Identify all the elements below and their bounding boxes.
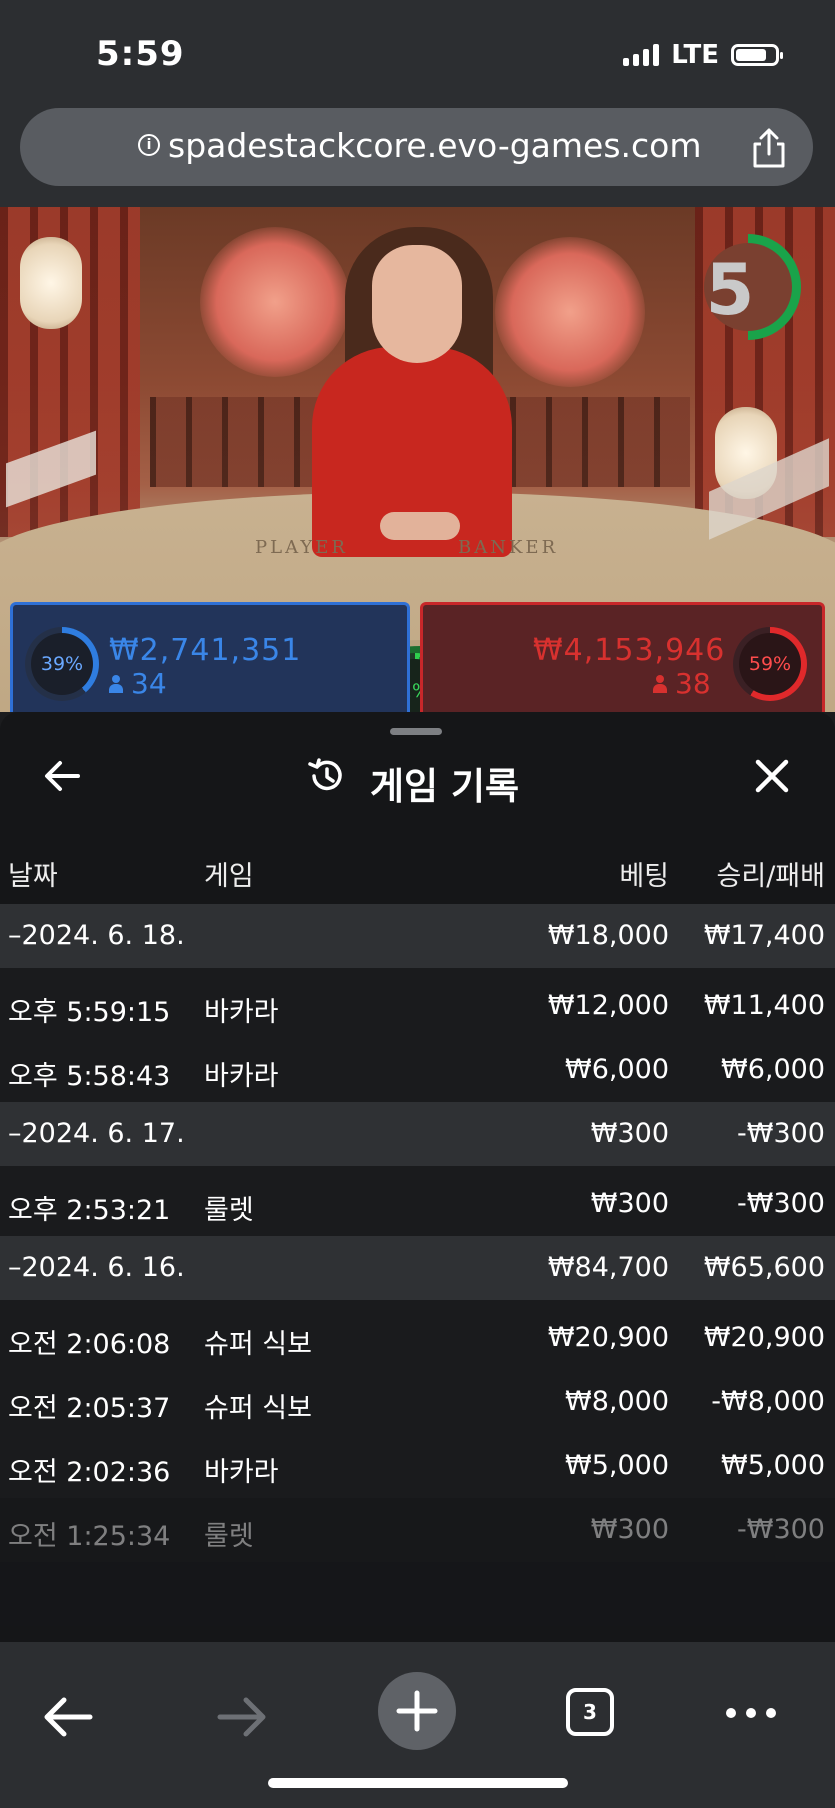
date-group-row[interactable]: –2024. 6. 18. ₩18,000 ₩17,400 [0, 904, 835, 968]
history-row[interactable]: 오후 2:53:21 룰렛 ₩300 -₩300 [0, 1172, 835, 1236]
entry-game: 슈퍼 식보 [204, 1393, 312, 1424]
group-win-loss: ₩17,400 [703, 920, 825, 951]
entry-bet: ₩5,000 [565, 1450, 669, 1481]
entry-game: 바카라 [204, 1457, 279, 1488]
entry-game: 룰렛 [204, 1521, 254, 1552]
column-header-win-loss: 승리/패배 [716, 861, 825, 892]
url-text[interactable]: spadestackcore.evo-games.com [168, 126, 702, 165]
entry-time: 오전 2:02:36 [8, 1457, 171, 1488]
player-percent: 39% [31, 633, 93, 695]
banker-count-value: 38 [675, 667, 711, 700]
group-bet: ₩84,700 [547, 1252, 669, 1283]
history-row[interactable]: 오전 2:06:08 슈퍼 식보 ₩20,900 ₩20,900 [0, 1306, 835, 1370]
history-icon [308, 758, 342, 791]
column-header-date: 날짜 [8, 861, 58, 892]
entry-win-loss: ₩6,000 [721, 1054, 825, 1085]
entry-game: 룰렛 [204, 1195, 254, 1226]
player-count: 34 [109, 667, 167, 700]
person-icon [109, 675, 123, 693]
entry-bet: ₩6,000 [565, 1054, 669, 1085]
banker-percent: 59% [739, 633, 801, 695]
network-type: LTE [671, 40, 719, 70]
forward-icon[interactable] [212, 1687, 272, 1747]
entry-bet: ₩8,000 [565, 1386, 669, 1417]
lantern-decoration [20, 237, 82, 329]
address-bar[interactable]: i spadestackcore.evo-games.com [20, 108, 813, 186]
info-icon[interactable]: i [138, 134, 160, 156]
table-label-player: PLAYER [255, 537, 348, 558]
group-date: –2024. 6. 17. [8, 1118, 185, 1149]
dealer-face [372, 245, 462, 363]
entry-time: 오후 5:59:15 [8, 997, 171, 1028]
entry-win-loss: ₩11,400 [703, 990, 825, 1021]
history-row[interactable]: 오전 2:05:37 슈퍼 식보 ₩8,000 -₩8,000 [0, 1370, 835, 1434]
player-bet-panel[interactable]: 39% ₩2,741,351 34 [10, 602, 410, 712]
history-list: –2024. 6. 18. ₩18,000 ₩17,400 오후 5:59:15… [0, 904, 835, 1626]
date-group-row[interactable]: –2024. 6. 17. ₩300 -₩300 [0, 1102, 835, 1166]
blossom-decoration [200, 227, 350, 377]
plus-icon [396, 1690, 438, 1732]
entry-bet: ₩20,900 [547, 1322, 669, 1353]
person-icon [653, 675, 667, 693]
dealer-hands [380, 512, 460, 540]
entry-win-loss: ₩5,000 [721, 1450, 825, 1481]
browser-top-bar: 5:59 LTE i spadestackcore.evo-games.com [0, 0, 835, 207]
close-icon[interactable] [752, 756, 792, 796]
back-icon[interactable] [38, 1687, 98, 1747]
entry-time: 오후 2:53:21 [8, 1195, 171, 1226]
player-amount: ₩2,741,351 [109, 633, 302, 668]
entry-time: 오전 2:06:08 [8, 1329, 171, 1360]
entry-game: 바카라 [204, 1061, 279, 1092]
entry-bet: ₩300 [590, 1514, 669, 1545]
player-percent-ring: 39% [25, 627, 99, 701]
player-count-value: 34 [131, 667, 167, 700]
history-row[interactable]: 오전 2:02:36 바카라 ₩5,000 ₩5,000 [0, 1434, 835, 1498]
group-date: –2024. 6. 18. [8, 920, 185, 951]
column-header-bet: 베팅 [619, 861, 669, 892]
new-tab-button[interactable] [378, 1672, 456, 1750]
share-icon[interactable] [749, 126, 789, 170]
more-icon[interactable] [726, 1708, 776, 1718]
entry-win-loss: ₩20,900 [703, 1322, 825, 1353]
entry-game: 바카라 [204, 997, 279, 1028]
status-indicators: LTE [623, 40, 783, 70]
banker-count: 38 [653, 667, 711, 700]
tabs-button[interactable]: 3 [566, 1688, 614, 1736]
banker-percent-ring: 59% [733, 627, 807, 701]
group-bet: ₩300 [590, 1118, 669, 1149]
group-win-loss: -₩300 [737, 1118, 825, 1149]
sheet-drag-handle[interactable] [390, 728, 442, 735]
group-bet: ₩18,000 [547, 920, 669, 951]
countdown-number: 5 [705, 249, 755, 331]
status-time: 5:59 [96, 34, 185, 74]
blossom-decoration [495, 237, 645, 387]
entry-time: 오전 1:25:34 [8, 1521, 171, 1552]
entry-bet: ₩300 [590, 1188, 669, 1219]
entry-win-loss: -₩300 [737, 1514, 825, 1545]
history-row[interactable]: 오후 5:59:15 바카라 ₩12,000 ₩11,400 [0, 974, 835, 1038]
signal-icon [623, 44, 660, 66]
battery-icon [731, 44, 783, 66]
history-row[interactable]: 오후 5:58:43 바카라 ₩6,000 ₩6,000 [0, 1038, 835, 1102]
back-arrow-icon[interactable] [40, 754, 84, 798]
game-history-sheet: 게임 기록 날짜 게임 베팅 승리/패배 –2024. 6. 18. ₩18,0… [0, 712, 835, 1642]
table-label-banker: BANKER [458, 537, 559, 558]
history-row[interactable]: 오전 1:25:34 룰렛 ₩300 -₩300 [0, 1498, 835, 1562]
group-date: –2024. 6. 16. [8, 1252, 185, 1283]
group-win-loss: ₩65,600 [703, 1252, 825, 1283]
entry-time: 오후 5:58:43 [8, 1061, 171, 1092]
banker-bet-panel[interactable]: ₩4,153,946 38 59% [420, 602, 825, 712]
sheet-title: 게임 기록 [370, 765, 520, 808]
entry-bet: ₩12,000 [547, 990, 669, 1021]
date-group-row[interactable]: –2024. 6. 16. ₩84,700 ₩65,600 [0, 1236, 835, 1300]
entry-win-loss: -₩8,000 [711, 1386, 825, 1417]
home-indicator [268, 1778, 568, 1788]
banker-amount: ₩4,153,946 [533, 633, 726, 668]
entry-win-loss: -₩300 [737, 1188, 825, 1219]
history-row-partial [0, 1562, 835, 1626]
entry-game: 슈퍼 식보 [204, 1329, 312, 1360]
column-header-game: 게임 [204, 861, 254, 892]
entry-time: 오전 2:05:37 [8, 1393, 171, 1424]
